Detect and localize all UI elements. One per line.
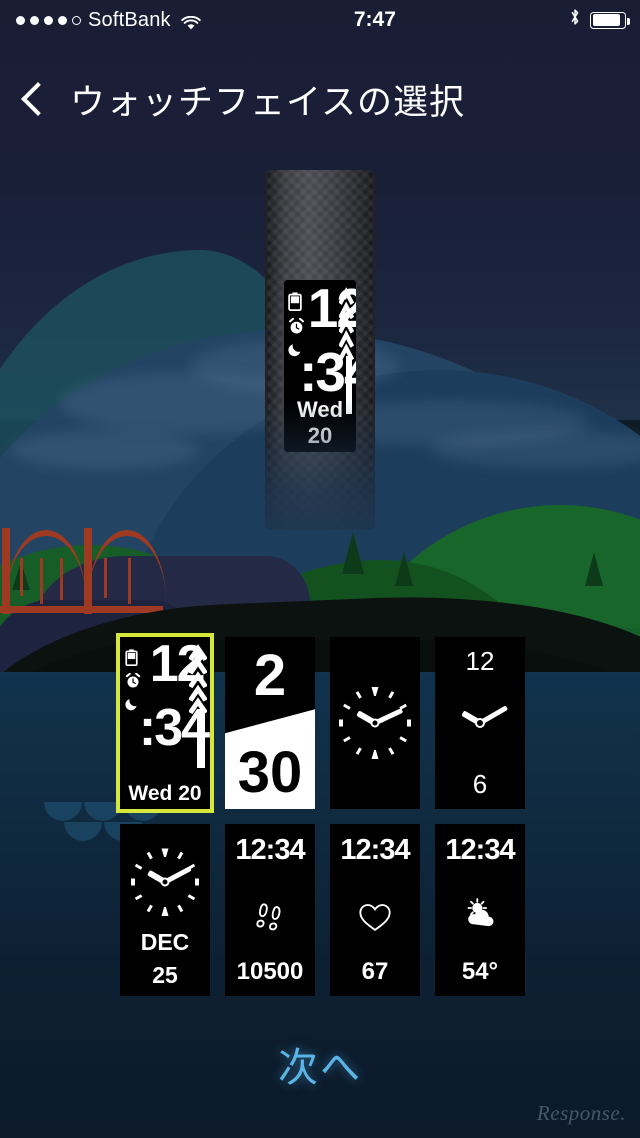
wave [64,822,102,841]
bluetooth-icon [569,7,581,33]
cloud [10,430,200,470]
face-preview: 12:34 67 [330,824,420,996]
watch-face-thumb-digital-icons[interactable]: 12 :34 Wed 20 [116,633,214,813]
partly-cloudy-icon [435,898,525,932]
dial-hub [370,718,380,728]
face-day: 25 [152,962,178,989]
bridge-hanger [128,558,131,604]
watch-face-grid: 12 :34 Wed 20 2 30 12 6 DEC 25 12:34 105… [116,633,525,996]
face-hour: 12 [307,280,356,340]
bridge-deck [0,606,163,613]
wave [44,802,82,821]
status-bar-clock: 7:47 [353,8,396,31]
watch-face-thumb-heart-rate[interactable]: 12:34 67 [330,824,420,996]
status-bar-right [569,7,640,33]
battery-icon [288,292,307,316]
alarm-clock-icon [125,672,148,694]
watch-face-thumb-big-split[interactable]: 2 30 [225,637,315,809]
pine-tree-icon [342,532,364,574]
analog-dial [131,848,199,916]
page-title: ウォッチフェイスの選択 [70,82,465,122]
face-time: 12:34 [235,834,305,867]
bridge-hanger [60,558,63,600]
analog-dial [445,688,515,758]
face-hour-big: 2 [253,643,287,709]
numeral-12: 12 [465,645,495,676]
bridge-cable [6,530,86,604]
carrier-name: SoftBank [88,8,171,31]
back-chevron-icon [21,82,55,116]
bridge-hanger [40,558,43,604]
next-button[interactable]: 次へ [0,1035,640,1093]
battery-icon [125,649,148,671]
face-preview: 12:34 10500 [225,824,315,996]
face-month: DEC [140,929,190,956]
face-minute-big: 30 [237,740,303,806]
alarm-clock-icon [288,317,307,340]
face-preview [330,637,420,809]
dial-hub [160,877,170,887]
back-button[interactable] [0,82,70,116]
signal-strength-icon [16,15,81,25]
face-preview: 12:34 54° [435,824,525,996]
face-preview: DEC 25 [120,824,210,996]
wave [84,802,122,821]
pine-tree-icon [585,552,603,586]
face-preview: 12 6 [435,637,525,809]
bridge-hanger [20,558,23,596]
bridge-hanger [104,558,107,598]
watch-face-thumb-analog-date[interactable]: DEC 25 [120,824,210,996]
face-time: 12:34 [445,834,515,867]
watermark: Response. [536,1101,626,1125]
face-preview: 2 30 [225,637,315,809]
face-minute: :34 [299,340,356,403]
heart-icon [330,901,420,938]
face-date: Wed 20 [128,781,202,805]
footsteps-icon [225,901,315,938]
face-value: 67 [361,957,389,985]
pine-tree-icon [395,552,413,586]
status-bar: SoftBank 7:47 [0,0,640,40]
face-value: 10500 [236,957,304,985]
watch-preview: 12 :34 Wed 20 [265,170,375,530]
bridge-cable [88,530,166,604]
status-bar-left: SoftBank [0,9,201,32]
watch-face-thumb-analog-ticks[interactable] [330,637,420,809]
wifi-icon [181,13,201,29]
nav-bar: ウォッチフェイスの選択 [0,58,640,140]
face-minute: :34 [138,698,210,757]
watch-face-thumb-steps[interactable]: 12:34 10500 [225,824,315,996]
face-preview: 12 :34 Wed 20 [120,637,210,809]
numeral-6: 6 [472,769,488,800]
watch-face-thumb-analog-numerals[interactable]: 12 6 [435,637,525,809]
face-time: 12:34 [340,834,410,867]
face-value: 54° [461,957,499,985]
band-fade [265,400,375,530]
dial-hub [475,718,485,728]
analog-dial [339,687,411,759]
battery-icon [590,11,630,29]
face-hour: 12 [149,637,206,694]
watch-face-thumb-weather[interactable]: 12:34 54° [435,824,525,996]
